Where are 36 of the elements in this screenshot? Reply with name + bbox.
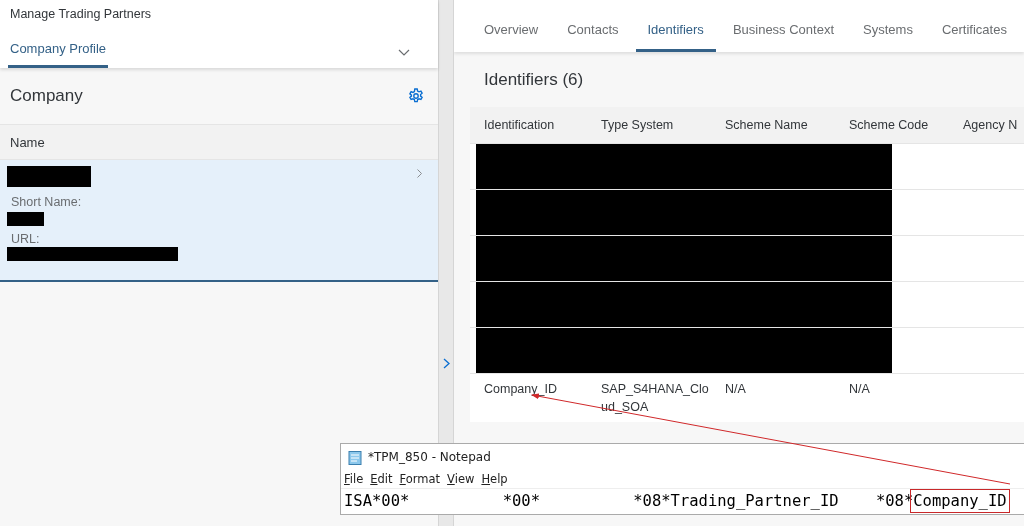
app-title: Manage Trading Partners xyxy=(9,6,153,23)
column-header: Type System xyxy=(601,118,675,132)
tab[interactable]: Certificates xyxy=(929,0,1019,52)
chevron-down-icon[interactable] xyxy=(398,49,410,56)
table-cell-text: N/A xyxy=(849,381,871,398)
column-header: Identification xyxy=(483,118,556,132)
column-header: Name xyxy=(10,134,45,150)
menu-item[interactable]: View xyxy=(447,472,475,486)
company-list-item[interactable]: Short Name: URL: xyxy=(0,160,438,282)
table-cell-text: N/A xyxy=(725,381,747,398)
tab[interactable]: Systems xyxy=(851,0,925,52)
section-title: Company xyxy=(10,86,83,106)
menu-item[interactable]: Help xyxy=(481,472,508,486)
chevron-right-icon xyxy=(417,169,422,178)
notepad-icon xyxy=(348,449,362,465)
profile-tab[interactable]: Company Profile xyxy=(8,41,109,68)
field-label: Short Name: xyxy=(10,195,83,209)
table-cell-text: SAP_S4HANA_Cloud_SOA xyxy=(601,381,710,416)
menu-item[interactable]: Format xyxy=(399,472,441,486)
tab[interactable]: Business Context xyxy=(720,0,847,52)
tab[interactable]: Identifiers xyxy=(635,0,716,52)
column-header: Agency N xyxy=(963,118,1019,132)
column-header: Scheme Name xyxy=(725,118,809,132)
table-title: Identifiers (6) xyxy=(484,69,584,90)
table-cell-text: Company_ID xyxy=(483,381,558,398)
settings-icon[interactable] xyxy=(408,88,424,104)
menu-item[interactable]: File xyxy=(344,472,364,486)
tab[interactable]: Contacts xyxy=(555,0,631,52)
expand-handle-icon[interactable] xyxy=(442,358,450,369)
field-label: URL: xyxy=(10,232,41,246)
column-header: Scheme Code xyxy=(849,118,930,132)
redaction-bar xyxy=(7,212,44,226)
window-title: *TPM_850 - Notepad xyxy=(368,450,491,464)
highlighted-text: Company_ID xyxy=(913,492,1007,510)
menu-item[interactable]: Edit xyxy=(370,472,393,486)
tab[interactable]: Overview xyxy=(472,0,551,52)
